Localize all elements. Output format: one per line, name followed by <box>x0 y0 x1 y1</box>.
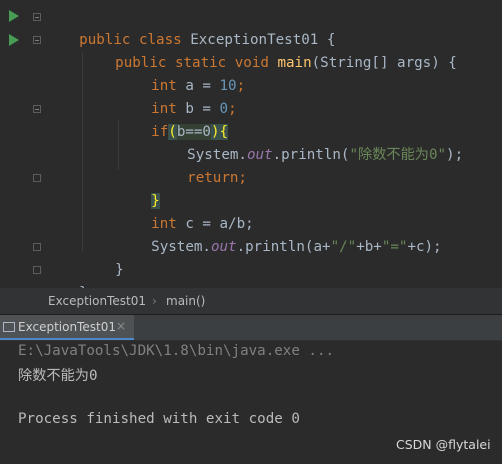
static-field: out <box>210 239 237 255</box>
breadcrumb-method[interactable]: main() <box>166 294 205 308</box>
chevron-right-icon: › <box>152 294 157 308</box>
method-name: main <box>277 55 312 71</box>
code-line-int-b[interactable]: int b = 0; <box>45 75 236 117</box>
tab-label: ExceptionTest01 <box>18 320 116 334</box>
code-line-println-error[interactable]: System.out.println("除数不能为0"); <box>45 121 463 163</box>
code-text: (String[] args) { <box>311 55 457 71</box>
string-literal: "除数不能为0" <box>349 147 447 163</box>
run-class-icon[interactable] <box>9 10 19 22</box>
code-text: .println( <box>272 147 350 163</box>
string-literal: "=" <box>381 239 408 255</box>
fold-end-icon[interactable] <box>33 266 41 274</box>
code-text: .println(a+ <box>236 239 331 255</box>
semicolon: ; <box>236 78 246 94</box>
code-text: +c); <box>407 239 442 255</box>
tab-run-exceptiontest01[interactable]: ExceptionTest01 × <box>0 315 134 340</box>
code-line-close-main[interactable]: } <box>45 236 124 278</box>
code-line-close-if[interactable]: } <box>45 167 160 209</box>
run-tab-bar: ExceptionTest01 × <box>0 315 502 341</box>
close-icon[interactable]: × <box>116 319 126 333</box>
code-line-class[interactable]: public class ExceptionTest01 { <box>45 6 335 48</box>
console-output: 除数不能为0 <box>18 368 98 384</box>
console-exit-message: Process finished with exit code 0 <box>18 411 300 427</box>
keyword: return <box>187 170 239 186</box>
semicolon: ; <box>228 101 237 117</box>
code-line-close-class[interactable]: } <box>45 259 88 301</box>
code-line-println-result[interactable]: System.out.println(a+"/"+b+"="+c); <box>45 213 441 255</box>
breadcrumb: ExceptionTest01 › main() <box>0 288 502 314</box>
run-main-icon[interactable] <box>9 34 19 46</box>
string-literal: "/" <box>330 239 357 255</box>
watermark: CSDN @flytalei <box>396 437 491 452</box>
static-field: out <box>246 147 273 163</box>
code-line-if[interactable]: if(b==0){ <box>45 98 229 140</box>
code-line-int-c[interactable]: int c = a/b; <box>45 190 254 232</box>
code-text: +b+ <box>356 239 382 255</box>
fold-end-icon[interactable] <box>33 243 41 251</box>
console-command[interactable]: E:\JavaTools\JDK\1.8\bin\java.exe ... <box>18 343 334 359</box>
fold-marker-icon[interactable] <box>33 105 41 113</box>
code-text: } <box>115 262 124 278</box>
code-editor[interactable]: public class ExceptionTest01 { public st… <box>0 0 502 301</box>
fold-end-icon[interactable] <box>33 174 41 182</box>
code-line-main[interactable]: public static void main(String[] args) { <box>45 29 457 71</box>
code-text: System. <box>151 239 211 255</box>
code-line-return[interactable]: return; <box>45 144 247 186</box>
console-icon <box>3 322 15 332</box>
code-line-int-a[interactable]: int a = 10; <box>45 52 245 94</box>
breadcrumb-class[interactable]: ExceptionTest01 <box>48 294 146 308</box>
fold-marker-icon[interactable] <box>33 13 41 21</box>
semicolon: ; <box>238 170 247 186</box>
fold-marker-icon[interactable] <box>33 36 41 44</box>
console-gutter <box>0 341 7 464</box>
code-text: ); <box>446 147 464 163</box>
